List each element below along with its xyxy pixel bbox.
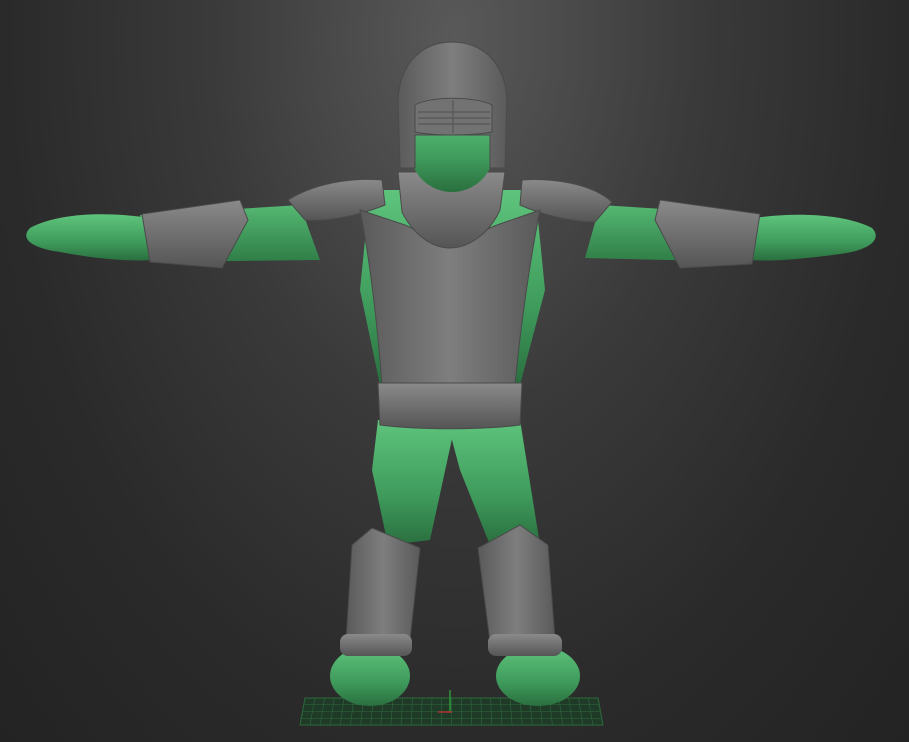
3d-viewport[interactable] (0, 0, 909, 742)
leg-right (448, 420, 540, 545)
greave-left-cuff (340, 634, 412, 656)
greave-left (345, 527, 421, 643)
leg-left (372, 420, 455, 545)
greave-right (477, 524, 556, 643)
visor (414, 97, 493, 136)
hand-left (26, 214, 150, 261)
greave-right-cuff (488, 634, 562, 656)
hand-right (752, 214, 876, 261)
belt (377, 382, 523, 430)
character-model[interactable] (0, 0, 909, 742)
